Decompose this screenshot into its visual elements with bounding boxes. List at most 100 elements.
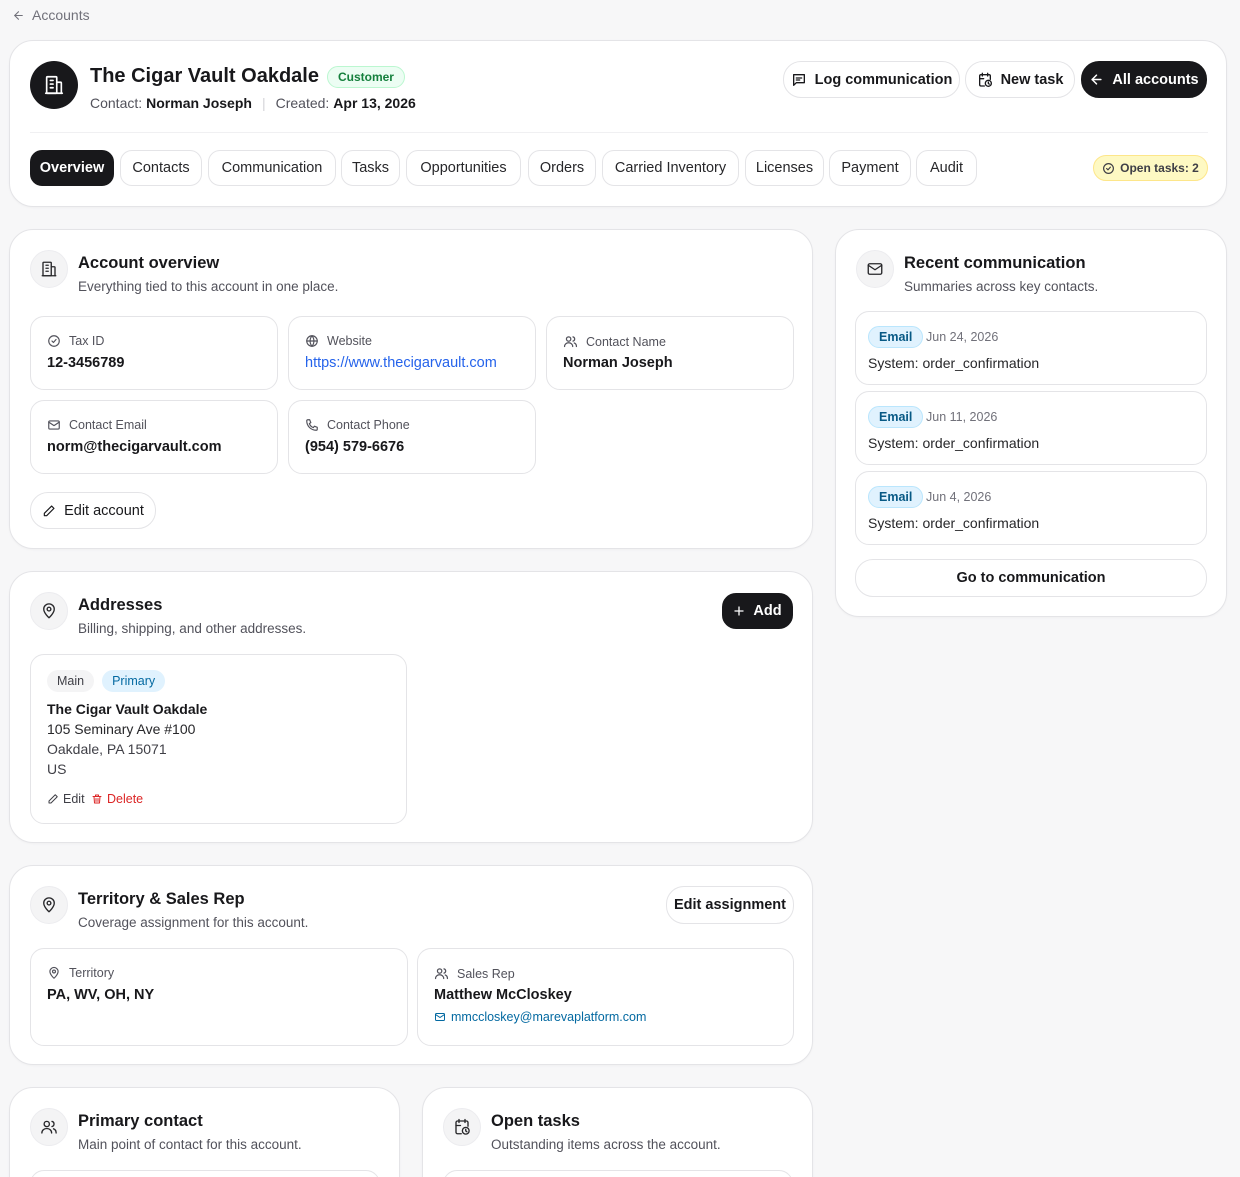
primary-contact-title: Primary contact xyxy=(78,1112,203,1130)
tax-id-field: Tax ID 12-3456789 xyxy=(30,316,278,390)
tab-audit[interactable]: Audit xyxy=(916,150,977,186)
open-tasks-card: Open tasks Outstanding items across the … xyxy=(422,1087,813,1177)
all-accounts-label: All accounts xyxy=(1112,71,1199,88)
new-task-button[interactable]: New task xyxy=(965,61,1075,98)
website-field: Website https://www.thecigarvault.com xyxy=(288,316,536,390)
contact-email-label: Contact Email xyxy=(69,418,147,432)
addresses-subtitle: Billing, shipping, and other addresses. xyxy=(78,621,307,636)
created-meta-value: Apr 13, 2026 xyxy=(333,95,416,111)
tab-carried-inventory[interactable]: Carried Inventory xyxy=(602,150,739,186)
tab-contacts[interactable]: Contacts xyxy=(120,150,202,186)
calendar-clock-icon xyxy=(453,1118,471,1136)
open-tasks-badge-label: Open tasks: 2 xyxy=(1120,161,1199,175)
open-tasks-badge: Open tasks: 2 xyxy=(1093,155,1208,181)
sales-rep-label-row: Sales Rep xyxy=(434,966,515,981)
contact-email-field: Contact Email norm@thecigarvault.com xyxy=(30,400,278,474)
comm-type-badge: Email xyxy=(868,326,924,348)
contact-name-label-row: Contact Name xyxy=(563,334,666,349)
created-meta-label: Created: xyxy=(275,95,330,111)
contact-name-label: Contact Name xyxy=(586,334,666,349)
address-edit-label: Edit xyxy=(63,792,85,806)
calendar-clock-icon xyxy=(977,72,993,88)
territory-field: Territory PA, WV, OH, NY xyxy=(30,948,408,1046)
open-tasks-title: Open tasks xyxy=(491,1112,580,1130)
addresses-icon-wrap xyxy=(30,592,68,630)
log-communication-label: Log communication xyxy=(814,71,953,88)
sales-rep-field: Sales Rep Matthew McCloskey mmccloskey@m… xyxy=(417,948,794,1046)
meta-divider: | xyxy=(261,95,266,111)
pencil-icon xyxy=(42,504,56,518)
check-circle-icon xyxy=(47,334,61,348)
territory-label-row: Territory xyxy=(47,966,114,980)
open-tasks-inner xyxy=(443,1170,793,1177)
address-line1: 105 Seminary Ave #100 xyxy=(47,721,196,737)
sales-rep-label: Sales Rep xyxy=(457,966,515,981)
tab-opportunities[interactable]: Opportunities xyxy=(406,150,521,186)
add-address-label: Add xyxy=(753,603,782,619)
recent-comm-icon-wrap xyxy=(856,250,894,288)
tab-payment[interactable]: Payment xyxy=(829,150,911,186)
mail-icon xyxy=(434,1011,446,1023)
edit-assignment-label: Edit assignment xyxy=(674,897,786,913)
website-label: Website xyxy=(327,334,372,348)
overview-title: Account overview xyxy=(78,254,220,272)
comm-date: Jun 24, 2026 xyxy=(926,330,999,344)
building-icon xyxy=(40,260,58,278)
mail-icon xyxy=(866,260,884,278)
addresses-card: Addresses Billing, shipping, and other a… xyxy=(9,571,813,843)
contact-meta-value: Norman Joseph xyxy=(146,95,252,111)
tab-communication[interactable]: Communication xyxy=(208,150,336,186)
account-title-row: The Cigar Vault Oakdale Customer xyxy=(90,65,405,88)
arrow-left-icon xyxy=(1089,72,1104,87)
map-pin-icon xyxy=(40,896,58,914)
territory-subtitle: Coverage assignment for this account. xyxy=(78,915,309,930)
tab-orders[interactable]: Orders xyxy=(528,150,596,186)
territory-value: PA, WV, OH, NY xyxy=(47,987,155,1003)
primary-contact-inner xyxy=(30,1170,380,1177)
website-link[interactable]: https://www.thecigarvault.com xyxy=(305,355,497,371)
new-task-label: New task xyxy=(1000,71,1064,88)
edit-assignment-button[interactable]: Edit assignment xyxy=(666,886,794,924)
address-line2: Oakdale, PA 15071 xyxy=(47,741,167,757)
address-delete-link[interactable]: Delete xyxy=(91,792,143,806)
log-communication-button[interactable]: Log communication xyxy=(783,61,960,98)
comm-item[interactable]: Email Jun 4, 2026 System: order_confirma… xyxy=(855,471,1207,545)
overview-subtitle: Everything tied to this account in one p… xyxy=(78,279,339,294)
primary-contact-subtitle: Main point of contact for this account. xyxy=(78,1137,302,1152)
building-icon xyxy=(43,74,65,96)
address-tag-primary: Primary xyxy=(102,670,166,692)
recent-comm-title: Recent communication xyxy=(904,254,1086,272)
contact-name-value: Norman Joseph xyxy=(563,355,673,371)
plus-icon xyxy=(733,605,745,617)
message-icon xyxy=(791,72,807,88)
map-pin-icon xyxy=(40,602,58,620)
address-delete-label: Delete xyxy=(107,792,144,806)
go-to-communication-button[interactable]: Go to communication xyxy=(855,559,1207,597)
address-tag-main: Main xyxy=(47,670,95,692)
overview-icon-wrap xyxy=(30,250,68,288)
address-edit-link[interactable]: Edit xyxy=(47,792,85,806)
edit-account-button[interactable]: Edit account xyxy=(30,492,156,529)
tab-overview[interactable]: Overview xyxy=(30,150,114,186)
sales-rep-email[interactable]: mmccloskey@marevaplatform.com xyxy=(434,1010,646,1024)
add-address-button[interactable]: Add xyxy=(722,593,793,629)
tab-tasks[interactable]: Tasks xyxy=(341,150,400,186)
mail-icon xyxy=(47,418,61,432)
comm-type-badge: Email xyxy=(868,486,924,508)
recent-comm-subtitle: Summaries across key contacts. xyxy=(904,279,1099,294)
account-meta: Contact: Norman Joseph | Created: Apr 13… xyxy=(90,95,416,111)
trash-icon xyxy=(91,793,103,805)
page-title: The Cigar Vault Oakdale xyxy=(90,65,319,87)
tab-licenses[interactable]: Licenses xyxy=(745,150,824,186)
users-icon xyxy=(563,334,578,349)
comm-type-badge: Email xyxy=(868,406,924,428)
comm-date: Jun 4, 2026 xyxy=(926,490,992,504)
check-circle-icon xyxy=(1102,162,1115,175)
status-badge: Customer xyxy=(326,65,405,88)
territory-label: Territory xyxy=(69,966,115,980)
map-pin-icon xyxy=(47,966,61,980)
comm-item[interactable]: Email Jun 11, 2026 System: order_confirm… xyxy=(855,391,1207,465)
comm-item[interactable]: Email Jun 24, 2026 System: order_confirm… xyxy=(855,311,1207,385)
all-accounts-button[interactable]: All accounts xyxy=(1081,61,1207,98)
breadcrumb[interactable]: Accounts xyxy=(12,6,90,24)
